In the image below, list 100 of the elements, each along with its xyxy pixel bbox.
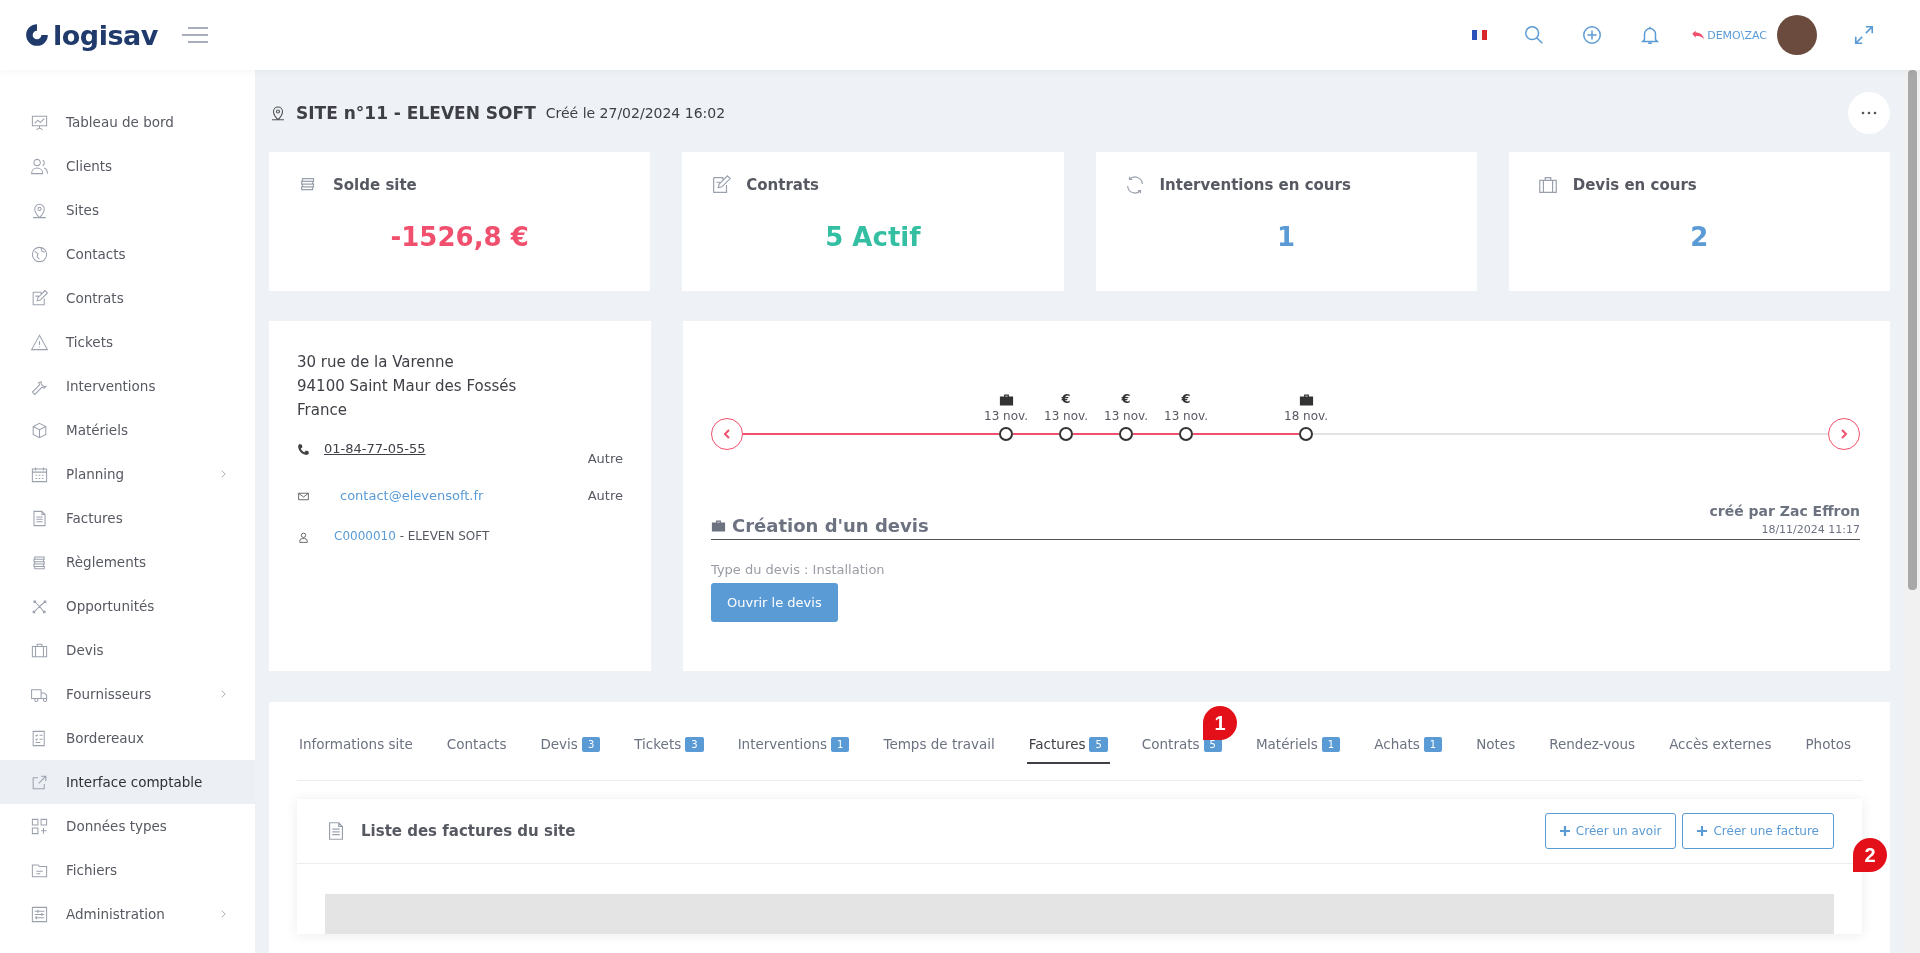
expand-icon[interactable] — [1853, 24, 1875, 46]
scrollbar[interactable] — [1905, 70, 1920, 953]
mail-icon — [297, 490, 310, 503]
sidebar-item[interactable]: Interventions — [0, 364, 255, 408]
count-badge: 5 — [1089, 736, 1108, 752]
event-symbol: € — [1121, 392, 1131, 406]
sidebar-item[interactable]: Opportunités — [0, 584, 255, 628]
chevron-right-icon — [1840, 428, 1848, 440]
sidebar-item[interactable]: Fournisseurs — [0, 672, 255, 716]
event-date: 13 nov. — [1044, 409, 1088, 423]
briefcase-icon — [711, 519, 726, 532]
location-pin-icon — [269, 104, 287, 122]
edit-document-icon — [30, 288, 49, 308]
address-line: 94100 Saint Maur des Fossés — [297, 377, 518, 395]
annotation-marker: 1 — [1203, 706, 1237, 740]
logo-icon — [24, 22, 50, 48]
sidebar-item[interactable]: Règlements — [0, 540, 255, 584]
stat-title: Solde site — [333, 176, 417, 194]
phone-link[interactable]: 01-84-77-05-55 — [324, 441, 426, 456]
sidebar-item[interactable]: Administration — [0, 892, 255, 936]
list-title: Liste des factures du site — [361, 822, 576, 840]
timeline-node[interactable] — [999, 427, 1013, 441]
chevron-right-icon — [220, 469, 227, 479]
sidebar-item[interactable]: Données types — [0, 804, 255, 848]
tab[interactable]: Rendez-vous — [1547, 726, 1638, 764]
stat-value: -1526,8 € — [389, 222, 530, 252]
event-symbol: € — [1061, 392, 1071, 406]
sidebar-item[interactable]: Fichiers — [0, 848, 255, 892]
sidebar-item[interactable]: Clients — [0, 144, 255, 188]
tab[interactable]: Factures 5 — [1026, 726, 1110, 764]
count-badge: 1 — [1321, 736, 1341, 752]
tab[interactable]: Devis 3 — [538, 726, 603, 764]
quote-type: Type du devis : Installation — [711, 562, 886, 577]
grid-plus-icon — [30, 816, 49, 836]
event-author: créé par Zac Effron — [1709, 503, 1860, 519]
next-button[interactable] — [1828, 418, 1860, 450]
tab[interactable]: Notes — [1474, 726, 1518, 764]
count-badge: 1 — [831, 736, 850, 752]
sidebar-item[interactable]: Sites — [0, 188, 255, 232]
address-line: 30 rue de la Varenne — [297, 353, 455, 371]
timeline-node[interactable] — [1179, 427, 1193, 441]
event-title: Création d'un devis — [732, 515, 929, 536]
contact-type: Autre — [587, 488, 623, 503]
warning-icon — [30, 332, 49, 352]
search-icon[interactable] — [1523, 24, 1546, 46]
briefcase-icon — [1536, 174, 1559, 196]
tab[interactable]: Accès externes — [1667, 726, 1774, 764]
tab[interactable]: Informations site — [297, 726, 415, 764]
sidebar-item[interactable]: Devis — [0, 628, 255, 672]
event-datetime: 18/11/2024 11:17 — [1761, 523, 1860, 536]
sidebar-item[interactable]: Bordereaux — [0, 716, 255, 760]
tab[interactable]: Tickets 3 — [632, 726, 706, 764]
menu-icon[interactable] — [181, 26, 208, 44]
stat-value: 5 Actif — [824, 222, 922, 252]
contact-type: Autre — [587, 451, 623, 466]
sidebar-item[interactable]: Interface comptable — [0, 760, 255, 804]
plus-icon — [1559, 826, 1570, 836]
client-name: - ELEVEN SOFT — [398, 529, 490, 543]
briefcase-icon — [998, 394, 1014, 406]
sidebar-item[interactable]: Factures — [0, 496, 255, 540]
stat-value: 1 — [1276, 222, 1297, 252]
event-date: 13 nov. — [1164, 409, 1208, 423]
sidebar-item[interactable]: Tableau de bord — [0, 100, 255, 144]
users-icon — [30, 156, 49, 176]
event-date: 13 nov. — [984, 409, 1028, 423]
sidebar-item[interactable]: Contacts — [0, 232, 255, 276]
previous-button[interactable] — [711, 418, 743, 450]
count-badge: 3 — [581, 736, 601, 752]
stat-title: Devis en cours — [1572, 176, 1697, 194]
flag-icon[interactable] — [1472, 30, 1488, 40]
tab[interactable]: Photos — [1803, 726, 1853, 764]
logo-text: logisav — [53, 19, 158, 51]
sidebar-item[interactable]: Matériels — [0, 408, 255, 452]
avatar[interactable] — [1777, 15, 1817, 55]
timeline-node[interactable] — [1119, 427, 1133, 441]
tab[interactable]: Matériels 1 — [1253, 726, 1343, 764]
calendar-icon — [30, 464, 49, 484]
timeline-node[interactable] — [1299, 427, 1313, 441]
page-title: SITE n°11 - ELEVEN SOFT — [296, 103, 536, 123]
chevron-right-icon — [220, 689, 227, 699]
tab[interactable]: Contacts — [444, 726, 509, 764]
tab[interactable]: Interventions 1 — [735, 726, 852, 764]
sidebar-item[interactable]: Contrats — [0, 276, 255, 320]
return-arrow-icon[interactable] — [1691, 29, 1706, 41]
tab[interactable]: Achats 1 — [1372, 726, 1445, 764]
event-date: 18 nov. — [1284, 409, 1328, 423]
edit-document-icon — [710, 174, 733, 196]
annotation-marker: 2 — [1853, 838, 1887, 872]
timeline-node[interactable] — [1059, 427, 1073, 441]
count-badge: 1 — [1423, 736, 1443, 752]
chevron-left-icon — [723, 428, 731, 440]
event-date: 13 nov. — [1104, 409, 1148, 423]
user-icon — [297, 531, 310, 544]
globe-icon — [30, 244, 49, 264]
stat-value: 2 — [1689, 222, 1710, 252]
stat-title: Interventions en cours — [1159, 176, 1351, 194]
plus-icon — [1697, 826, 1708, 836]
sidebar-item[interactable]: Tickets — [0, 320, 255, 364]
tab[interactable]: Temps de travail — [881, 726, 997, 764]
sidebar-item[interactable]: Planning — [0, 452, 255, 496]
